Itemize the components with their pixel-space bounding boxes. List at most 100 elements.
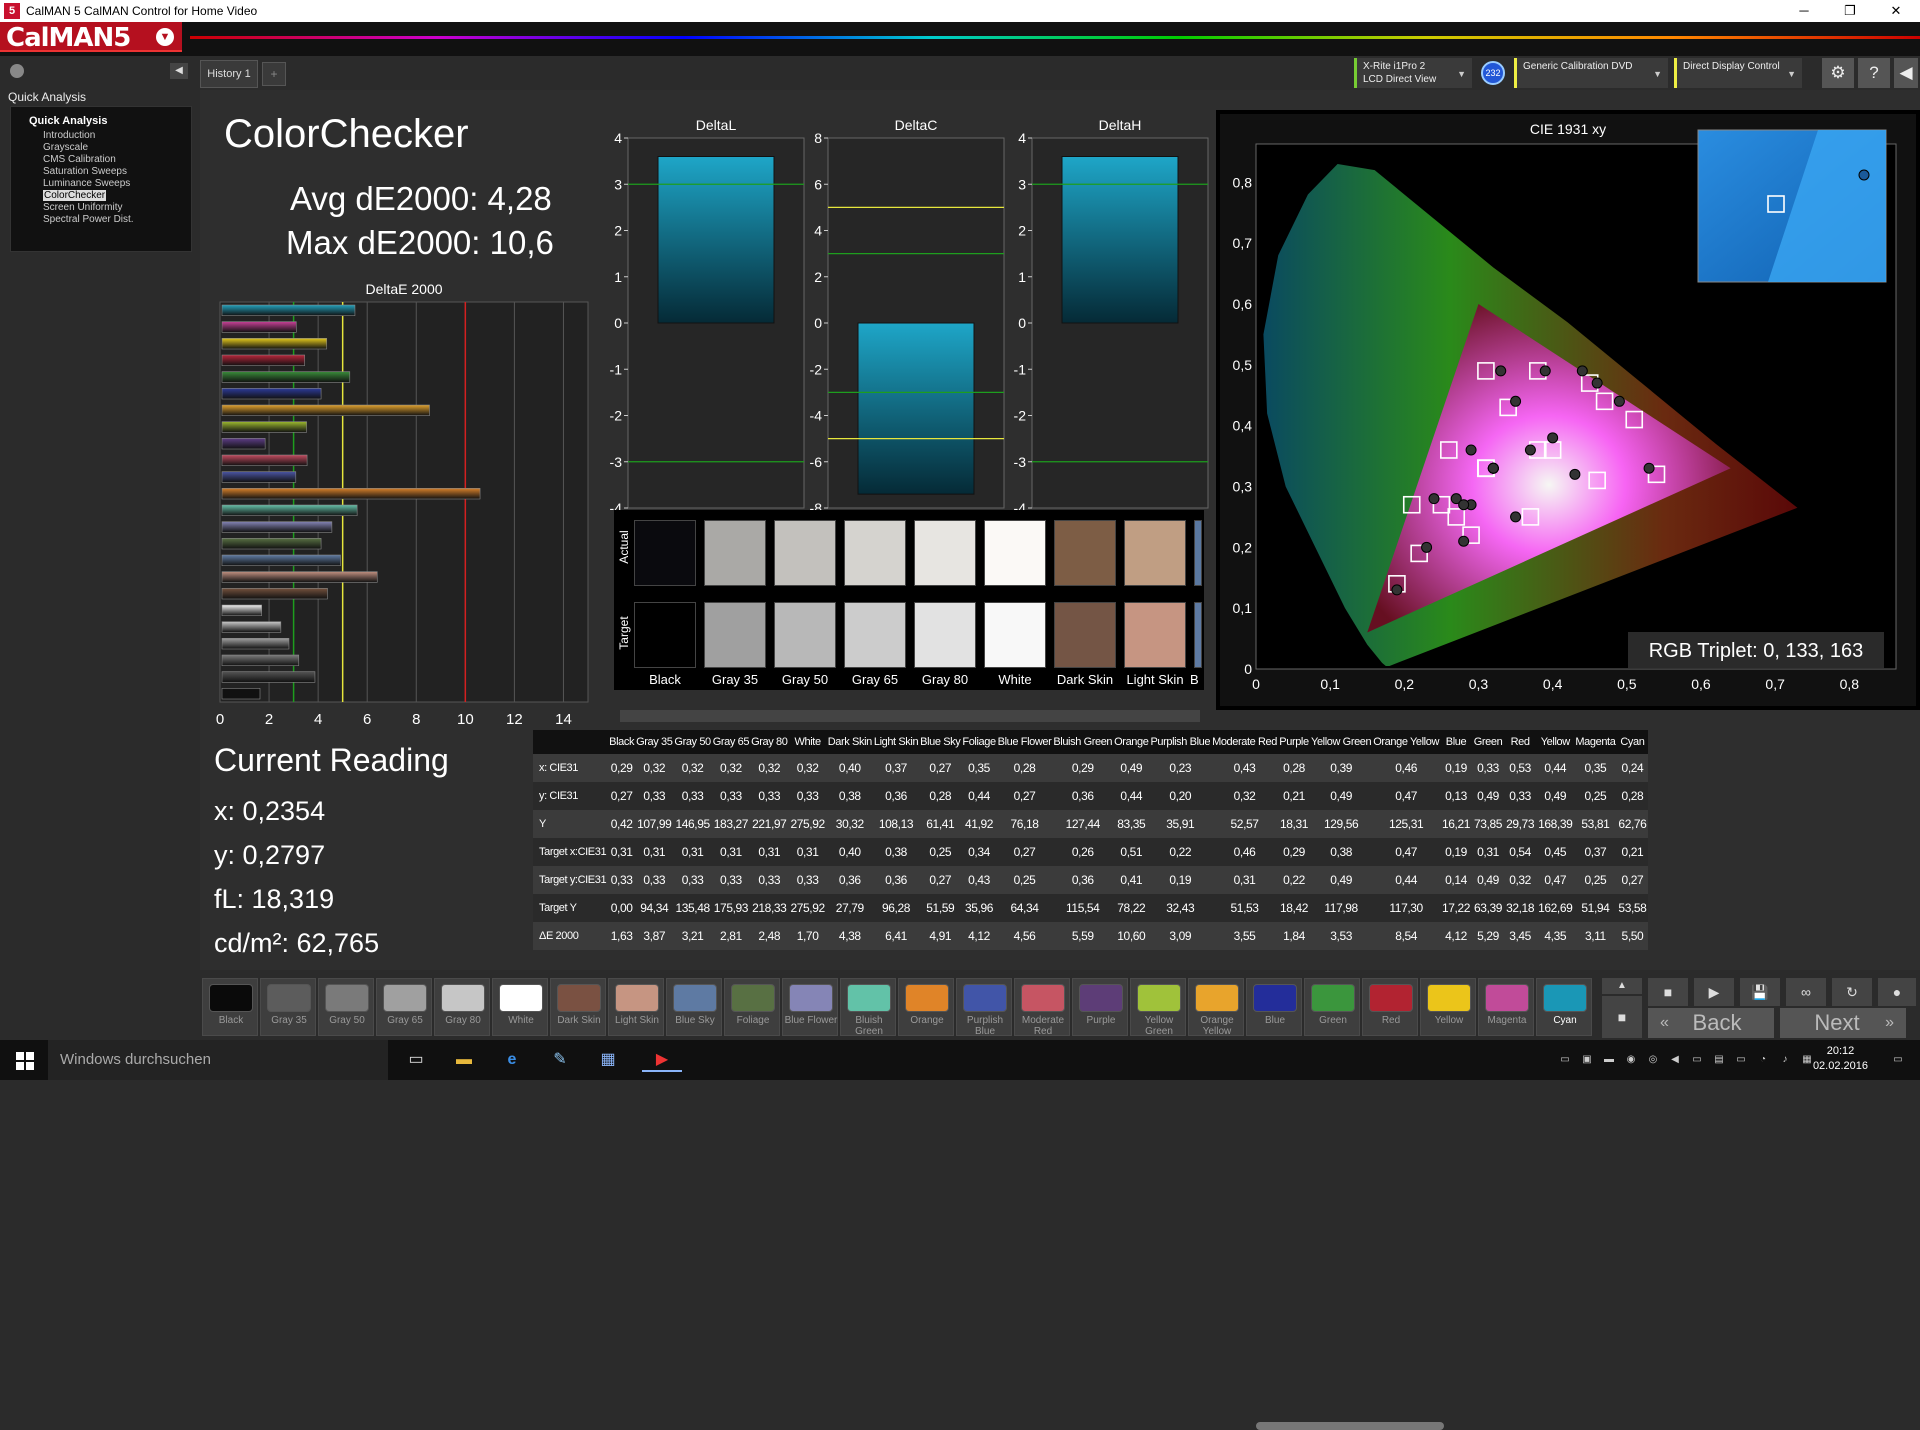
windows-start-icon[interactable]: [16, 1052, 34, 1070]
table-cell: 0,44: [1113, 782, 1150, 810]
table-cell: 32,18: [1504, 894, 1537, 922]
collapse-panel-button[interactable]: ◀: [170, 63, 188, 79]
patch-button-blue-sky[interactable]: Blue Sky: [666, 978, 722, 1036]
circle-icon[interactable]: ●: [1878, 978, 1916, 1006]
calman-logo-menu[interactable]: CalMAN5 ▼: [0, 22, 182, 53]
tray-icon-7[interactable]: ▤: [1712, 1054, 1726, 1066]
loop-icon[interactable]: ∞: [1786, 978, 1826, 1006]
tray-icon-1[interactable]: ▭: [1558, 1054, 1572, 1066]
patch-button-purple[interactable]: Purple: [1072, 978, 1128, 1036]
swatch-label: Gray 50: [781, 672, 829, 687]
tray-icon-5[interactable]: ◎: [1646, 1054, 1660, 1066]
patch-button-bluish-green[interactable]: Bluish Green: [840, 978, 896, 1037]
save-icon[interactable]: 💾: [1740, 978, 1780, 1006]
file-explorer-icon[interactable]: ▬: [452, 1048, 476, 1072]
patch-label: Purplish Blue: [966, 1015, 1004, 1037]
x-tick-label: 12: [506, 711, 523, 728]
tree-item-saturation-sweeps[interactable]: Saturation Sweeps: [43, 166, 127, 177]
patch-color-chip: [557, 984, 601, 1012]
table-col-header: Orange Yellow: [1372, 730, 1440, 754]
speaker-icon[interactable]: ♪: [1778, 1054, 1792, 1066]
patch-button-blue[interactable]: Blue: [1246, 978, 1302, 1036]
patch-button-yellow-green[interactable]: Yellow Green: [1130, 978, 1186, 1037]
refresh-icon[interactable]: ↻: [1832, 978, 1872, 1006]
store-icon[interactable]: ▦: [596, 1048, 620, 1072]
patch-button-magenta[interactable]: Magenta: [1478, 978, 1534, 1036]
measured-point: [1524, 444, 1536, 456]
tree-item-colorchecker[interactable]: ColorChecker: [43, 190, 107, 201]
up-arrow-icon[interactable]: ▲: [1602, 978, 1642, 994]
record-circle-icon[interactable]: [10, 64, 24, 78]
add-tab-button[interactable]: +: [262, 62, 286, 86]
reading-fl: fL: 18,319: [214, 884, 335, 914]
tree-item-spectral-power-dist-[interactable]: Spectral Power Dist.: [43, 214, 134, 225]
stop-icon[interactable]: ■: [1602, 996, 1642, 1038]
tray-icon-8[interactable]: ▭: [1734, 1054, 1748, 1066]
task-view-icon[interactable]: ▭: [404, 1048, 428, 1072]
notification-icon[interactable]: ▭: [1888, 1054, 1908, 1066]
tree-item-cms-calibration[interactable]: CMS Calibration: [43, 154, 116, 165]
source-selector[interactable]: Generic Calibration DVD ▼: [1514, 58, 1668, 88]
table-cell: 53,58: [1616, 894, 1649, 922]
app-icon-paint[interactable]: ✎: [548, 1048, 572, 1072]
network-icon[interactable]: ◔: [1756, 1054, 1770, 1066]
back-button[interactable]: « Back: [1648, 1008, 1774, 1038]
patch-button-gray-50[interactable]: Gray 50: [318, 978, 374, 1036]
patch-button-foliage[interactable]: Foliage: [724, 978, 780, 1036]
tab-history-1[interactable]: History 1: [200, 60, 258, 88]
tray-icon-2[interactable]: ▣: [1580, 1054, 1594, 1066]
close-button[interactable]: ✕: [1874, 0, 1918, 22]
patch-button-white[interactable]: White: [492, 978, 548, 1036]
swatch-scrollbar[interactable]: [620, 710, 1444, 1430]
taskbar-search-box[interactable]: Windows durchsuchen: [48, 1040, 388, 1080]
tray-icon-3[interactable]: ▬: [1602, 1054, 1616, 1066]
patch-button-cyan[interactable]: Cyan: [1536, 978, 1592, 1036]
tree-item-luminance-sweeps[interactable]: Luminance Sweeps: [43, 178, 130, 189]
bar-blue: [221, 388, 322, 400]
patch-button-blue-flower[interactable]: Blue Flower: [782, 978, 838, 1036]
play-icon[interactable]: ▶: [1694, 978, 1734, 1006]
display-selector[interactable]: Direct Display Control ▼: [1674, 58, 1802, 88]
settings-gear-icon[interactable]: ⚙: [1822, 58, 1854, 88]
patch-button-yellow[interactable]: Yellow: [1420, 978, 1476, 1036]
table-cell: 0,44: [961, 782, 997, 810]
maximize-button[interactable]: ❐: [1828, 0, 1872, 22]
tree-root-quick-analysis[interactable]: Quick Analysis: [29, 115, 107, 127]
keyboard-icon[interactable]: ▦: [1800, 1054, 1814, 1066]
edge-browser-icon[interactable]: e: [500, 1048, 524, 1072]
table-cell: 125,31: [1372, 810, 1440, 838]
minimize-button[interactable]: ─: [1782, 0, 1826, 22]
patch-button-red[interactable]: Red: [1362, 978, 1418, 1036]
patch-button-gray-80[interactable]: Gray 80: [434, 978, 490, 1036]
scrollbar-thumb[interactable]: [1256, 1422, 1444, 1430]
meter-count-badge[interactable]: 232: [1481, 61, 1505, 85]
meter-selector[interactable]: X-Rite i1Pro 2 LCD Direct View ▼: [1354, 58, 1472, 88]
patch-button-dark-skin[interactable]: Dark Skin: [550, 978, 606, 1036]
patch-button-moderate-red[interactable]: Moderate Red: [1014, 978, 1070, 1037]
help-icon[interactable]: ?: [1858, 58, 1890, 88]
patch-button-gray-35[interactable]: Gray 35: [260, 978, 316, 1036]
collapse-right-icon[interactable]: ◀: [1894, 58, 1918, 88]
patch-button-light-skin[interactable]: Light Skin: [608, 978, 664, 1036]
patch-button-orange-yellow[interactable]: Orange Yellow: [1188, 978, 1244, 1037]
tree-item-grayscale[interactable]: Grayscale: [43, 142, 88, 153]
table-col-header: Orange: [1113, 730, 1150, 754]
x-tick-label: 8: [412, 711, 420, 728]
patch-button-black[interactable]: Black: [202, 978, 258, 1036]
table-header-blank: [533, 730, 609, 754]
next-button[interactable]: Next »: [1780, 1008, 1906, 1038]
table-row-label: Y: [533, 810, 609, 838]
patch-button-orange[interactable]: Orange: [898, 978, 954, 1036]
volume-icon[interactable]: ◀: [1668, 1054, 1682, 1066]
patch-button-green[interactable]: Green: [1304, 978, 1360, 1036]
measured-point: [1495, 365, 1507, 377]
tray-icon-4[interactable]: ◉: [1624, 1054, 1638, 1066]
patch-button-gray-65[interactable]: Gray 65: [376, 978, 432, 1036]
patch-button-purplish-blue[interactable]: Purplish Blue: [956, 978, 1012, 1037]
tree-item-screen-uniformity[interactable]: Screen Uniformity: [43, 202, 122, 213]
tree-item-introduction[interactable]: Introduction: [43, 130, 95, 141]
taskbar-clock[interactable]: 20:12 02.02.2016: [1813, 1044, 1868, 1074]
stop-measure-icon[interactable]: ■: [1648, 978, 1688, 1006]
calman-taskbar-icon[interactable]: ▶: [642, 1048, 682, 1072]
tray-icon-6[interactable]: ▭: [1690, 1054, 1704, 1066]
